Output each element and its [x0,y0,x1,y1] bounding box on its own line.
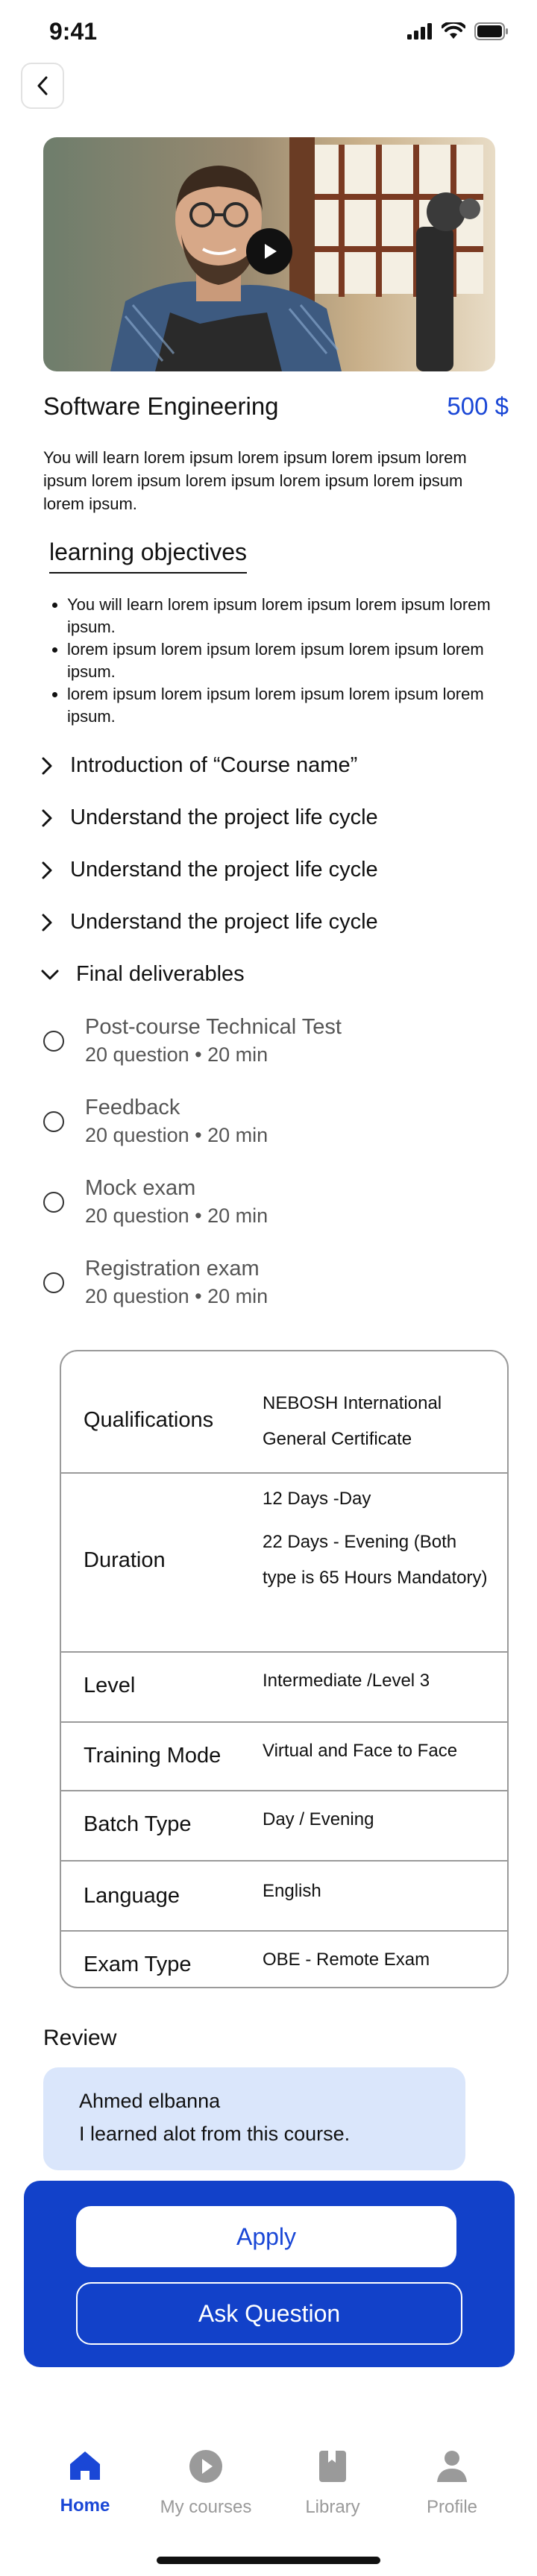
chevron-left-icon [37,76,48,95]
info-value: English [263,1881,321,1901]
info-value: 12 Days -Day [263,1489,371,1509]
deliverable-item[interactable]: Registration exam 20 question • 20 min [43,1254,268,1310]
chevron-right-icon [42,914,52,931]
deliverable-title: Mock exam [85,1176,196,1200]
info-row-batch-type: Batch Type Day / Evening [61,1791,507,1862]
play-circle-icon [189,2450,222,2483]
module-label: Understand the project life cycle [70,910,378,934]
info-value: 22 Days - Evening (Both type is 65 Hours… [263,1532,488,1588]
reviewer-name: Ahmed elbanna [79,2090,221,2112]
course-price: 500 $ [447,392,509,420]
signal-icon [407,23,432,40]
back-button[interactable] [21,63,64,109]
radio-button[interactable] [43,1272,64,1293]
deliverable-title: Registration exam [85,1257,260,1281]
home-icon [70,2451,100,2480]
apply-button[interactable]: Apply [76,2206,456,2267]
info-label: Duration [84,1548,166,1572]
deliverable-meta: 20 question • 20 min [85,1043,268,1066]
course-info-table: Qualifications NEBOSH International Gene… [60,1350,509,1988]
nav-label: My courses [160,2497,252,2517]
radio-button[interactable] [43,1192,64,1213]
deliverable-item[interactable]: Feedback 20 question • 20 min [43,1093,268,1149]
deliverable-item[interactable]: Mock exam 20 question • 20 min [43,1174,268,1229]
info-value: OBE - Remote Exam [263,1950,430,1970]
deliverable-meta: 20 question • 20 min [85,1124,268,1146]
play-button[interactable] [246,228,292,274]
nav-profile[interactable]: Profile [392,2449,512,2518]
final-deliverables-toggle[interactable]: Final deliverables [40,962,245,987]
review-card: Ahmed elbanna I learned alot from this c… [43,2067,465,2170]
module-item[interactable]: Understand the project life cycle [40,805,378,830]
course-title: Software Engineering [43,392,279,420]
final-deliverables-label: Final deliverables [76,962,245,986]
info-label: Training Mode [84,1744,222,1768]
person-icon [437,2451,467,2482]
module-item[interactable]: Introduction of “Course name” [40,753,357,778]
deliverable-meta: 20 question • 20 min [85,1285,268,1307]
ask-question-button[interactable]: Ask Question [76,2282,462,2345]
info-row-exam-type: Exam Type OBE - Remote Exam [61,1932,507,1987]
deliverable-title: Post-course Technical Test [85,1015,342,1039]
play-icon [265,244,277,259]
nav-label: Library [305,2497,360,2517]
module-item[interactable]: Understand the project life cycle [40,910,378,934]
review-heading: Review [43,2026,117,2050]
wifi-icon [442,22,465,39]
objectives-list: You will learn lorem ipsum lorem ipsum l… [52,594,500,728]
objective-item: lorem ipsum lorem ipsum lorem ipsum lore… [52,638,500,683]
radio-button[interactable] [43,1031,64,1052]
info-row-training-mode: Training Mode Virtual and Face to Face [61,1723,507,1791]
module-item[interactable]: Understand the project life cycle [40,858,378,882]
info-label: Qualifications [84,1408,214,1432]
home-indicator [157,2557,380,2564]
deliverable-item[interactable]: Post-course Technical Test 20 question •… [43,1013,342,1068]
info-value: Day / Evening [263,1809,374,1829]
chevron-right-icon [42,809,52,826]
objectives-heading: learning objectives [49,538,248,574]
status-icons [407,22,509,40]
info-label: Level [84,1674,136,1697]
info-label: Language [84,1884,180,1908]
info-value: Virtual and Face to Face [263,1741,458,1761]
info-label: Exam Type [84,1953,192,1976]
info-row-level: Level Intermediate /Level 3 [61,1653,507,1723]
info-value: Intermediate /Level 3 [263,1671,430,1691]
nav-label: Profile [426,2497,478,2517]
chevron-right-icon [42,757,52,774]
nav-library[interactable]: Library [273,2449,392,2518]
book-icon [319,2451,346,2482]
info-value: NEBOSH International General Certificate [263,1393,442,1449]
info-row-language: Language English [61,1862,507,1932]
info-row-qualifications: Qualifications NEBOSH International Gene… [61,1351,507,1474]
objective-item: You will learn lorem ipsum lorem ipsum l… [52,594,500,638]
info-row-duration: Duration 12 Days -Day 22 Days - Evening … [61,1474,507,1653]
module-label: Understand the project life cycle [70,858,378,882]
bottom-nav: Home My courses Library Profile [0,2431,537,2536]
cta-panel: Apply Ask Question [24,2181,515,2367]
info-label: Batch Type [84,1812,192,1836]
nav-label: Home [60,2495,110,2516]
radio-button[interactable] [43,1111,64,1132]
review-text: I learned alot from this course. [79,2123,351,2145]
chevron-right-icon [42,861,52,879]
status-bar: 9:41 [0,0,537,67]
course-video-thumbnail[interactable] [43,137,495,371]
deliverable-title: Feedback [85,1096,180,1119]
course-description: You will learn lorem ipsum lorem ipsum l… [43,448,467,513]
chevron-down-icon [41,970,59,979]
nav-home[interactable]: Home [25,2449,145,2516]
objective-item: lorem ipsum lorem ipsum lorem ipsum lore… [52,683,500,728]
deliverable-meta: 20 question • 20 min [85,1204,268,1227]
status-time: 9:41 [49,18,98,45]
module-label: Understand the project life cycle [70,805,378,829]
battery-icon [474,22,508,40]
nav-my-courses[interactable]: My courses [146,2449,266,2518]
module-label: Introduction of “Course name” [70,753,358,777]
